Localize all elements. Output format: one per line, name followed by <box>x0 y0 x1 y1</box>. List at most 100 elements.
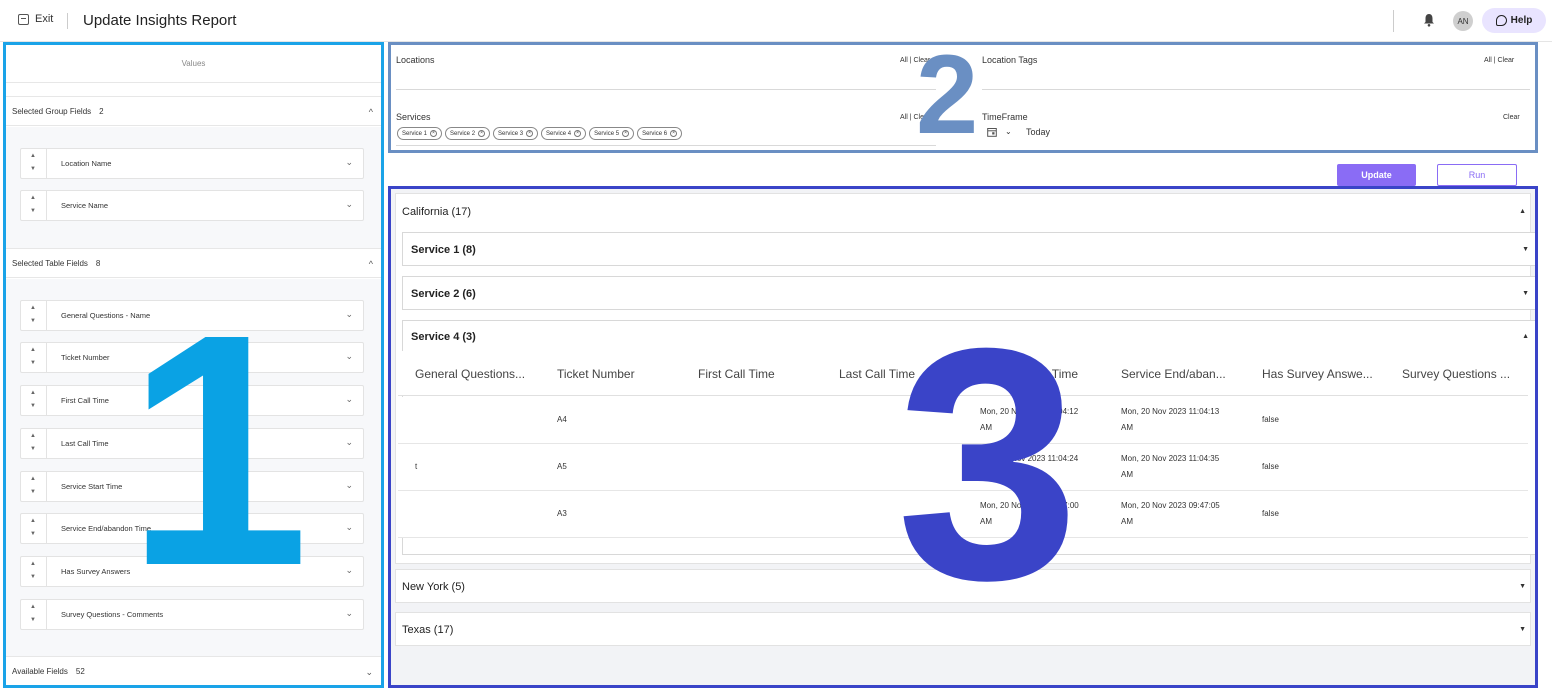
caret-up-icon[interactable]: ▲ <box>1519 208 1526 215</box>
service-chip[interactable]: Service 3 × <box>493 127 539 140</box>
chip-label: Service 5 <box>594 130 620 137</box>
services-chips: Service 1 × Service 2 × Service 3 × Service… <box>397 127 685 140</box>
chevron-down-icon[interactable]: ⌄ <box>345 309 353 320</box>
caret-down-icon[interactable]: ▼ <box>1519 626 1526 633</box>
locations-input-line[interactable] <box>396 89 936 90</box>
close-icon[interactable]: × <box>670 130 678 137</box>
fields-panel: Values Selected Group Fields 2 ^ ▲ ▼ Loca… <box>3 42 384 688</box>
section-label: Selected Table Fields <box>12 258 88 268</box>
column-header[interactable]: General Questions... <box>415 367 525 381</box>
column-header[interactable]: Survey Questions ... <box>1402 367 1510 381</box>
arrow-down-icon: ▼ <box>30 574 36 580</box>
close-icon[interactable]: × <box>574 130 582 137</box>
arrow-up-icon: ▲ <box>30 347 36 353</box>
cell-ticket-number: A4 <box>557 415 567 424</box>
exit-label: Exit <box>35 13 54 25</box>
chevron-down-icon[interactable]: ⌄ <box>345 522 353 533</box>
reorder-handle[interactable]: ▲ ▼ <box>21 472 47 501</box>
arrow-up-icon: ▲ <box>30 153 36 159</box>
section-label: Selected Group Fields <box>12 106 92 116</box>
location-tags-input-line[interactable] <box>982 89 1530 90</box>
chevron-down-icon[interactable]: ⌄ <box>345 199 353 210</box>
chevron-down-icon[interactable]: ⌄ <box>345 480 353 491</box>
caret-down-icon[interactable]: ▼ <box>1522 246 1529 253</box>
group-field-row[interactable]: ▲ ▼ Location Name ⌄ <box>20 148 364 179</box>
help-button[interactable]: Help <box>1482 8 1546 33</box>
chevron-down-icon[interactable]: ⌄ <box>345 351 353 362</box>
chevron-down-icon[interactable]: ⌄ <box>345 565 353 576</box>
update-button[interactable]: Update <box>1337 164 1416 186</box>
bell-icon[interactable] <box>1423 13 1435 27</box>
reorder-handle[interactable]: ▲ ▼ <box>21 386 47 415</box>
column-header[interactable]: First Call Time <box>698 367 775 381</box>
reorder-handle[interactable]: ▲ ▼ <box>21 149 47 178</box>
chevron-down-icon[interactable]: ⌄ <box>345 437 353 448</box>
service-chip[interactable]: Service 6 × <box>637 127 683 140</box>
column-header[interactable]: Ticket Number <box>557 367 635 381</box>
chevron-down-icon[interactable]: ⌄ <box>345 394 353 405</box>
chevron-up-icon: ^ <box>368 107 373 117</box>
cell-has-survey: false <box>1262 415 1279 424</box>
caret-down-icon[interactable]: ▼ <box>1519 583 1526 590</box>
calendar-icon[interactable] <box>987 127 997 137</box>
reorder-handle[interactable]: ▲ ▼ <box>21 191 47 220</box>
group-fields-list <box>6 127 381 248</box>
selected-group-fields-header[interactable]: Selected Group Fields 2 ^ <box>6 96 381 126</box>
field-name: Service Start Time <box>61 482 123 491</box>
cell-general-questions: t <box>415 462 418 471</box>
arrow-up-icon: ▲ <box>30 305 36 311</box>
caret-down-icon[interactable]: ▼ <box>1522 290 1529 297</box>
exit-icon <box>18 13 29 25</box>
group-field-row[interactable]: ▲ ▼ Service Name ⌄ <box>20 190 364 221</box>
arrow-down-icon: ▼ <box>30 208 36 214</box>
close-icon[interactable]: × <box>430 130 438 137</box>
arrow-down-icon: ▼ <box>30 489 36 495</box>
timeframe-value[interactable]: Today <box>1026 127 1050 137</box>
chevron-up-icon: ^ <box>368 259 373 269</box>
column-header[interactable]: Has Survey Answe... <box>1262 367 1373 381</box>
avatar[interactable]: AN <box>1453 11 1473 31</box>
field-name: Location Name <box>61 159 112 168</box>
location-tags-all-clear[interactable]: All | Clear <box>1484 57 1514 64</box>
exit-button[interactable]: Exit <box>18 13 53 25</box>
reorder-handle[interactable]: ▲ ▼ <box>21 343 47 372</box>
cell-service-end: Mon, 20 Nov 2023 09:47:05 AM <box>1121 501 1220 526</box>
field-name: Last Call Time <box>61 439 109 448</box>
subgroup-service-1[interactable]: Service 1 (8) ▼ <box>402 232 1535 266</box>
close-icon[interactable]: × <box>622 130 630 137</box>
arrow-down-icon: ▼ <box>30 360 36 366</box>
service-chip[interactable]: Service 5 × <box>589 127 635 140</box>
chevron-down-icon[interactable]: ⌄ <box>1005 127 1012 136</box>
group-title: California (17) <box>402 206 472 218</box>
chip-label: Service 3 <box>498 130 524 137</box>
service-chip[interactable]: Service 2 × <box>445 127 491 140</box>
column-header[interactable]: Service End/aban... <box>1121 367 1226 381</box>
close-icon[interactable]: × <box>478 130 486 137</box>
annotation-marker: 1 <box>126 265 310 634</box>
arrow-up-icon: ▲ <box>30 561 36 567</box>
run-button[interactable]: Run <box>1437 164 1517 186</box>
values-header: Values <box>6 45 381 83</box>
arrow-down-icon: ▼ <box>30 446 36 452</box>
chat-icon <box>1495 15 1507 26</box>
reorder-handle[interactable]: ▲ ▼ <box>21 301 47 330</box>
cell-service-end: Mon, 20 Nov 2023 11:04:35 AM <box>1121 454 1220 479</box>
chevron-down-icon[interactable]: ⌄ <box>345 608 353 619</box>
reorder-handle[interactable]: ▲ ▼ <box>21 557 47 586</box>
reorder-handle[interactable]: ▲ ▼ <box>21 600 47 629</box>
timeframe-label: TimeFrame <box>982 112 1028 122</box>
field-name: Ticket Number <box>61 353 110 362</box>
chevron-down-icon: ⌄ <box>365 667 373 677</box>
arrow-up-icon: ▲ <box>30 604 36 610</box>
arrow-up-icon: ▲ <box>30 476 36 482</box>
service-chip[interactable]: Service 4 × <box>541 127 587 140</box>
caret-up-icon[interactable]: ▲ <box>1522 333 1529 340</box>
available-fields-header[interactable]: Available Fields 52 ⌄ <box>6 656 381 685</box>
arrow-up-icon: ▲ <box>30 433 36 439</box>
service-chip[interactable]: Service 1 × <box>397 127 443 140</box>
timeframe-clear[interactable]: Clear <box>1503 114 1520 121</box>
reorder-handle[interactable]: ▲ ▼ <box>21 514 47 543</box>
reorder-handle[interactable]: ▲ ▼ <box>21 429 47 458</box>
chevron-down-icon[interactable]: ⌄ <box>345 157 353 168</box>
close-icon[interactable]: × <box>526 130 534 137</box>
